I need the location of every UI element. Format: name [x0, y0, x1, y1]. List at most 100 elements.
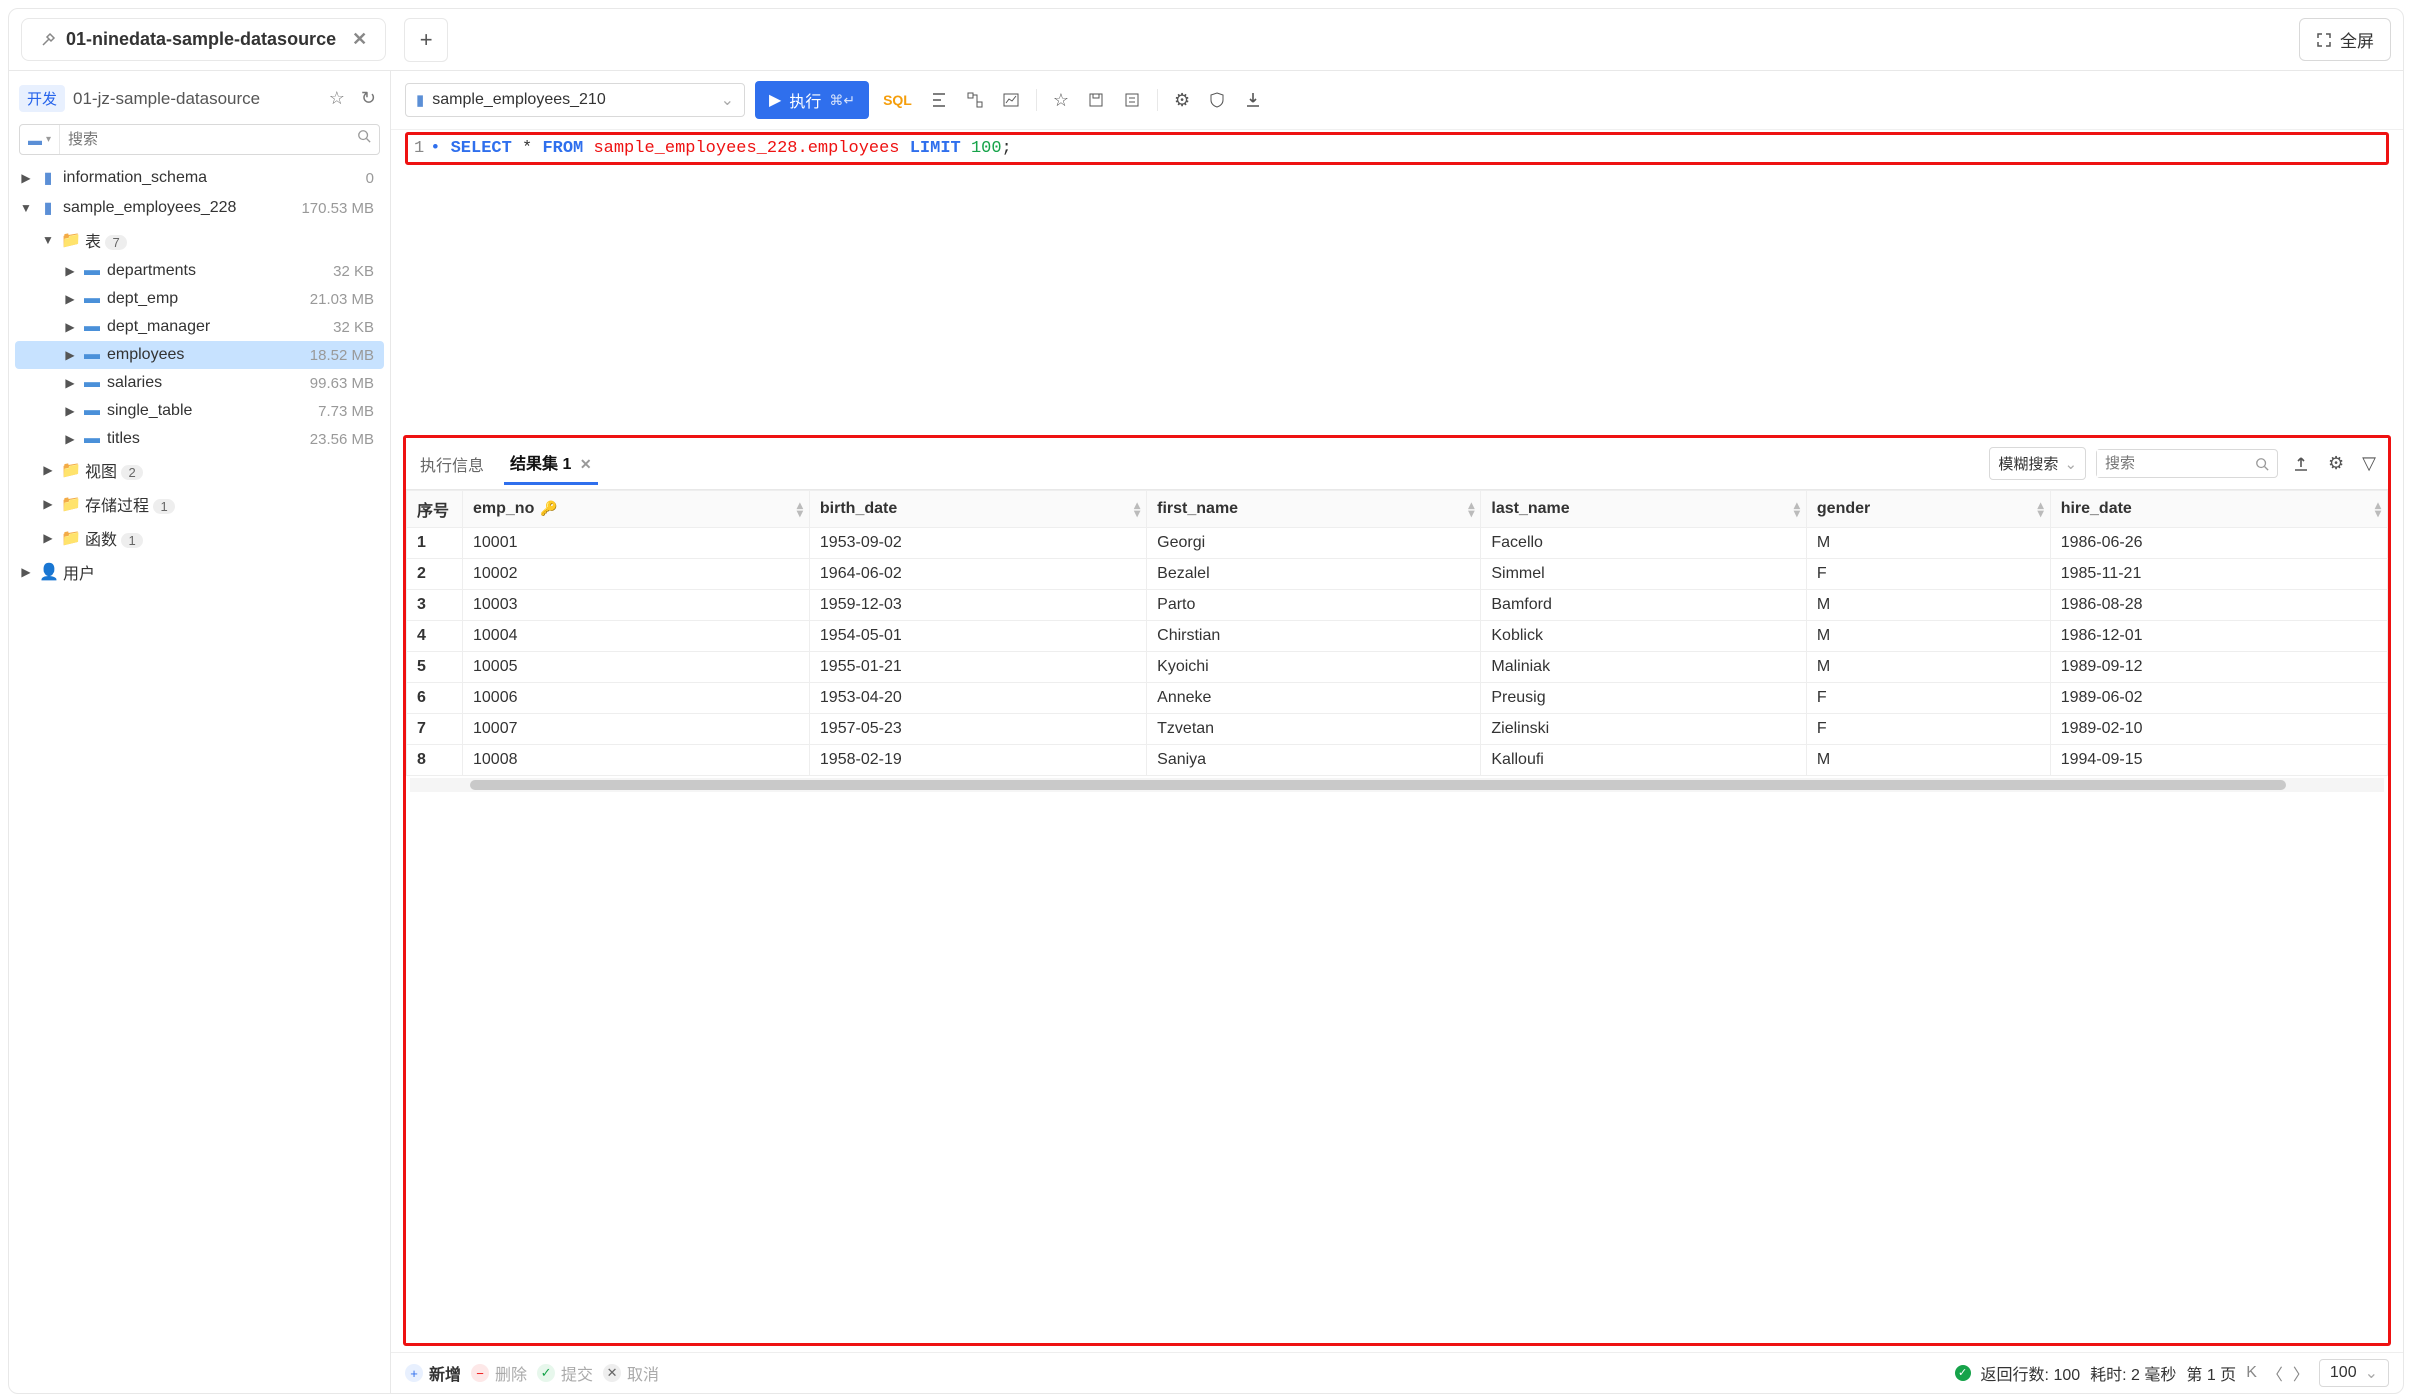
sort-icon[interactable]: ▴▾: [1794, 501, 1800, 517]
save-icon[interactable]: [1083, 87, 1109, 113]
database-select[interactable]: ▮ sample_employees_210 ⌄: [405, 83, 745, 117]
cell-last-name[interactable]: Zielinski: [1481, 714, 1807, 745]
table-row[interactable]: 7100071957-05-23TzvetanZielinskiF1989-02…: [407, 714, 2388, 745]
table-row[interactable]: 3100031959-12-03PartoBamfordM1986-08-28: [407, 590, 2388, 621]
cell-first-name[interactable]: Parto: [1147, 590, 1481, 621]
sort-icon[interactable]: ▴▾: [1134, 501, 1140, 517]
cell-emp-no[interactable]: 10001: [463, 528, 810, 559]
history-icon[interactable]: [1119, 87, 1145, 113]
tree-table-titles[interactable]: ▶▬titles23.56 MB: [15, 425, 384, 453]
cell-hire-date[interactable]: 1986-12-01: [2050, 621, 2387, 652]
cell-first-name[interactable]: Bezalel: [1147, 559, 1481, 590]
cell-gender[interactable]: M: [1806, 745, 2050, 776]
results-grid[interactable]: 序号 emp_no🔑▴▾ birth_date▴▾ first_name▴▾ l…: [406, 490, 2388, 1343]
explain-plan-icon[interactable]: [962, 87, 988, 113]
next-page-button[interactable]: 〉: [2293, 1361, 2309, 1385]
download-icon[interactable]: [1240, 87, 1266, 113]
cell-last-name[interactable]: Simmel: [1481, 559, 1807, 590]
cell-last-name[interactable]: Maliniak: [1481, 652, 1807, 683]
cell-first-name[interactable]: Saniya: [1147, 745, 1481, 776]
sort-icon[interactable]: ▴▾: [1468, 501, 1474, 517]
col-rownum[interactable]: 序号: [407, 491, 463, 528]
cell-gender[interactable]: F: [1806, 714, 2050, 745]
sort-icon[interactable]: ▴▾: [2375, 501, 2381, 517]
col-birth-date[interactable]: birth_date▴▾: [809, 491, 1146, 528]
cell-last-name[interactable]: Preusig: [1481, 683, 1807, 714]
cell-hire-date[interactable]: 1989-09-12: [2050, 652, 2387, 683]
prev-page-button[interactable]: 〈: [2267, 1361, 2283, 1385]
search-icon[interactable]: [349, 125, 379, 154]
star-icon[interactable]: ☆: [325, 86, 349, 111]
chart-icon[interactable]: [998, 87, 1024, 113]
col-last-name[interactable]: last_name▴▾: [1481, 491, 1807, 528]
search-icon[interactable]: [2247, 453, 2277, 475]
sort-icon[interactable]: ▴▾: [2038, 501, 2044, 517]
cell-emp-no[interactable]: 10003: [463, 590, 810, 621]
export-icon[interactable]: [2288, 451, 2314, 477]
col-first-name[interactable]: first_name▴▾: [1147, 491, 1481, 528]
format-sql-button[interactable]: SQL: [879, 88, 916, 112]
cell-birth-date[interactable]: 1955-01-21: [809, 652, 1146, 683]
cell-gender[interactable]: F: [1806, 683, 2050, 714]
tree-folder-views[interactable]: ▶📁视图 2: [15, 453, 384, 487]
cell-last-name[interactable]: Facello: [1481, 528, 1807, 559]
tree-table-salaries[interactable]: ▶▬salaries99.63 MB: [15, 369, 384, 397]
tab-exec-info[interactable]: 执行信息: [414, 444, 490, 484]
cell-hire-date[interactable]: 1994-09-15: [2050, 745, 2387, 776]
table-row[interactable]: 8100081958-02-19SaniyaKalloufiM1994-09-1…: [407, 745, 2388, 776]
results-search-input[interactable]: [2097, 450, 2247, 477]
horizontal-scrollbar[interactable]: [410, 778, 2384, 792]
cell-first-name[interactable]: Kyoichi: [1147, 652, 1481, 683]
table-row[interactable]: 5100051955-01-21KyoichiMaliniakM1989-09-…: [407, 652, 2388, 683]
cell-emp-no[interactable]: 10007: [463, 714, 810, 745]
sql-editor[interactable]: 1• SELECT * FROM sample_employees_228.em…: [408, 135, 2386, 162]
table-row[interactable]: 4100041954-05-01ChirstianKoblickM1986-12…: [407, 621, 2388, 652]
scrollbar-thumb[interactable]: [470, 780, 2286, 790]
cell-first-name[interactable]: Anneke: [1147, 683, 1481, 714]
cell-hire-date[interactable]: 1985-11-21: [2050, 559, 2387, 590]
delete-row-button[interactable]: −删除: [471, 1361, 527, 1385]
col-hire-date[interactable]: hire_date▴▾: [2050, 491, 2387, 528]
tab-datasource[interactable]: 01-ninedata-sample-datasource ✕: [21, 18, 386, 61]
cell-birth-date[interactable]: 1957-05-23: [809, 714, 1146, 745]
cell-first-name[interactable]: Georgi: [1147, 528, 1481, 559]
cell-birth-date[interactable]: 1964-06-02: [809, 559, 1146, 590]
cell-gender[interactable]: M: [1806, 590, 2050, 621]
tab-close-icon[interactable]: ✕: [352, 29, 367, 50]
cell-gender[interactable]: M: [1806, 652, 2050, 683]
cancel-button[interactable]: ✕取消: [603, 1361, 659, 1385]
cell-gender[interactable]: F: [1806, 559, 2050, 590]
cell-last-name[interactable]: Bamford: [1481, 590, 1807, 621]
close-icon[interactable]: ✕: [580, 456, 592, 472]
table-row[interactable]: 1100011953-09-02GeorgiFacelloM1986-06-26: [407, 528, 2388, 559]
fullscreen-button[interactable]: 全屏: [2299, 18, 2391, 61]
shield-icon[interactable]: [1204, 87, 1230, 113]
page-size-select[interactable]: 100 ⌄: [2319, 1359, 2389, 1387]
tree-folder-functions[interactable]: ▶📁函数 1: [15, 521, 384, 555]
tree-table-dept-emp[interactable]: ▶▬dept_emp21.03 MB: [15, 285, 384, 313]
cell-emp-no[interactable]: 10004: [463, 621, 810, 652]
cell-hire-date[interactable]: 1989-06-02: [2050, 683, 2387, 714]
object-type-filter[interactable]: ▬ ▾: [20, 125, 60, 154]
cell-emp-no[interactable]: 10008: [463, 745, 810, 776]
cell-hire-date[interactable]: 1986-08-28: [2050, 590, 2387, 621]
sort-icon[interactable]: ▴▾: [797, 501, 803, 517]
cell-emp-no[interactable]: 10002: [463, 559, 810, 590]
cell-birth-date[interactable]: 1953-09-02: [809, 528, 1146, 559]
cell-hire-date[interactable]: 1986-06-26: [2050, 528, 2387, 559]
commit-button[interactable]: ✓提交: [537, 1361, 593, 1385]
favorite-icon[interactable]: ☆: [1049, 86, 1073, 115]
cell-birth-date[interactable]: 1959-12-03: [809, 590, 1146, 621]
cell-first-name[interactable]: Tzvetan: [1147, 714, 1481, 745]
tree-users[interactable]: ▶👤用户: [15, 555, 384, 589]
tree-folder-tables[interactable]: ▼ 📁 表 7: [15, 223, 384, 257]
cell-birth-date[interactable]: 1954-05-01: [809, 621, 1146, 652]
filter-icon[interactable]: ▽: [2358, 449, 2380, 478]
tree-table-single-table[interactable]: ▶▬single_table7.73 MB: [15, 397, 384, 425]
cell-gender[interactable]: M: [1806, 621, 2050, 652]
first-page-button[interactable]: K: [2246, 1364, 2257, 1382]
tree-table-dept-manager[interactable]: ▶▬dept_manager32 KB: [15, 313, 384, 341]
cell-last-name[interactable]: Kalloufi: [1481, 745, 1807, 776]
editor-empty-area[interactable]: [391, 171, 2403, 431]
cell-hire-date[interactable]: 1989-02-10: [2050, 714, 2387, 745]
